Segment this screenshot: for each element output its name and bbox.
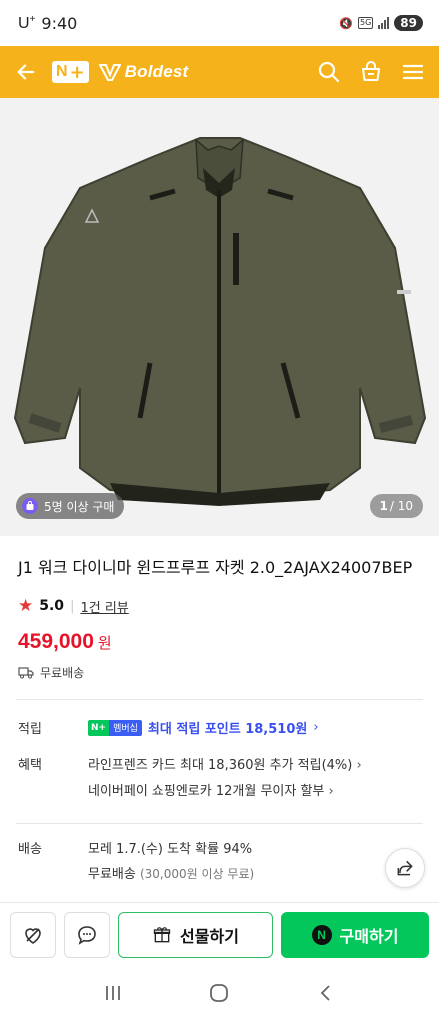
gift-button[interactable]: 선물하기 — [118, 911, 273, 958]
delivery-eta: 모레 1.7.(수) 도착 확률 94% — [88, 842, 253, 857]
section-divider — [16, 699, 423, 700]
brand-mark-icon — [98, 64, 121, 81]
back-button[interactable] — [316, 983, 336, 1007]
section-divider — [16, 823, 423, 824]
purchase-count-badge: 5명 이상 구매 — [16, 493, 125, 519]
shipping-row: 무료배송 — [0, 654, 439, 681]
truck-icon — [18, 667, 34, 679]
buy-button[interactable]: N 구매하기 — [281, 911, 429, 958]
chevron-right-icon: › — [313, 720, 319, 735]
search-icon[interactable] — [315, 58, 343, 86]
wishlist-button[interactable] — [10, 911, 56, 958]
gift-label: 선물하기 — [180, 926, 239, 946]
app-header: N + Boldest — [0, 46, 439, 98]
naver-plus-membership-badge: N+ 멤버십 — [88, 719, 142, 736]
chat-button[interactable] — [64, 911, 110, 958]
bag-icon — [22, 498, 38, 514]
chat-icon — [78, 925, 96, 945]
review-link[interactable]: 1건 리뷰 — [80, 597, 128, 616]
points-row[interactable]: 적립 N+ 멤버십 최대 적립 포인트 18,510원 › — [0, 718, 439, 737]
points-label: 적립 — [18, 722, 42, 737]
product-image-gallery[interactable]: 5명 이상 구매 1 / 10 — [0, 98, 439, 536]
chevron-right-icon: › — [356, 758, 362, 773]
chevron-right-icon: › — [328, 784, 334, 799]
delivery-label: 배송 — [18, 842, 42, 857]
benefit-card[interactable]: 라인프렌즈 카드 최대 18,360원 추가 적립(4%) › — [88, 753, 421, 779]
rating-row: ★ 5.0 | 1건 리뷰 — [0, 582, 439, 616]
system-nav-bar — [0, 966, 439, 1024]
cart-icon[interactable] — [357, 58, 385, 86]
naver-pay-icon: N — [311, 924, 332, 945]
price-amount: 459,000 — [18, 630, 94, 653]
battery-indicator: 89 — [394, 15, 423, 31]
image-page-indicator: 1 / 10 — [369, 494, 423, 518]
carrier: U+ — [18, 13, 36, 32]
product-image — [13, 137, 427, 506]
status-bar: U+ 9:40 🔇 5G 89 — [0, 0, 439, 46]
price: 459,000 원 — [0, 616, 439, 654]
benefit-row: 혜택 라인프렌즈 카드 최대 18,360원 추가 적립(4%) › 네이버페이… — [0, 753, 439, 805]
brand-logo[interactable]: Boldest — [98, 62, 189, 82]
bottom-action-bar: 선물하기 N 구매하기 — [0, 902, 439, 966]
product-title: J1 워크 다이니마 윈드프루프 자켓 2.0_2AJAX24007BEP — [18, 558, 413, 577]
heart-icon — [25, 927, 41, 944]
naver-plus-logo[interactable]: N + — [52, 61, 89, 83]
gift-icon — [153, 926, 171, 942]
benefit-label: 혜택 — [18, 758, 42, 773]
star-icon: ★ — [18, 596, 34, 616]
delivery-row: 배송 모레 1.7.(수) 도착 확률 94% 무료배송 (30,000원 이상… — [0, 838, 439, 887]
mute-icon: 🔇 — [339, 16, 353, 30]
menu-icon[interactable] — [399, 58, 427, 86]
share-button[interactable] — [385, 848, 425, 888]
benefit-installment[interactable]: 네이버페이 쇼핑엔로카 12개월 무이자 할부 › — [88, 779, 421, 805]
shipping-text: 무료배송 — [40, 666, 85, 680]
buy-label: 구매하기 — [339, 926, 399, 946]
page-total: / 10 — [389, 499, 413, 513]
rating-score: 5.0 — [39, 598, 65, 614]
clock: 9:40 — [41, 13, 78, 33]
network-badge: 5G — [358, 17, 374, 29]
points-text: 최대 적립 포인트 18,510원 — [147, 722, 308, 737]
share-icon — [397, 860, 413, 876]
purchase-count-text: 5명 이상 구매 — [44, 499, 115, 514]
price-unit: 원 — [97, 634, 112, 652]
home-button[interactable] — [208, 982, 230, 1008]
divider: | — [70, 598, 75, 614]
signal-icon — [378, 17, 390, 29]
delivery-fee: 무료배송 (30,000원 이상 무료) — [88, 867, 255, 882]
recent-apps-button[interactable] — [103, 983, 123, 1007]
back-arrow-icon[interactable] — [12, 58, 40, 86]
product-detail: J1 워크 다이니마 윈드프루프 자켓 2.0_2AJAX24007BEP ★ … — [0, 536, 439, 887]
page-current: 1 — [379, 499, 388, 513]
